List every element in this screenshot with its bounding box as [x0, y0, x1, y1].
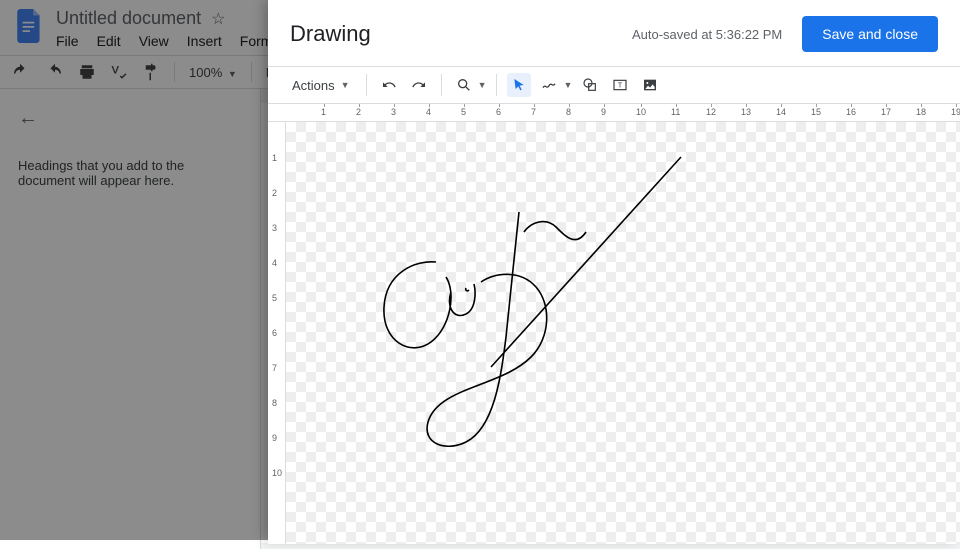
paint-format-icon[interactable]: [142, 63, 160, 81]
undo-icon[interactable]: [377, 73, 401, 97]
ruler-tick: 7: [531, 107, 536, 117]
textbox-tool-icon[interactable]: T: [608, 73, 632, 97]
redo-icon[interactable]: [46, 63, 64, 81]
ruler-tick: 14: [776, 107, 786, 117]
ruler-tick: 1: [321, 107, 326, 117]
ruler-tick: 15: [811, 107, 821, 117]
drawing-title: Drawing: [290, 21, 371, 47]
ruler-tick: 17: [881, 107, 891, 117]
ruler-tick: 4: [272, 258, 277, 268]
shape-tool-icon[interactable]: [578, 73, 602, 97]
menu-insert[interactable]: Insert: [187, 33, 222, 49]
ruler-tick: 18: [916, 107, 926, 117]
ruler-tick: 8: [566, 107, 571, 117]
drawing-header: Drawing Auto-saved at 5:36:22 PM Save an…: [268, 0, 960, 66]
star-icon[interactable]: ☆: [211, 9, 225, 29]
horizontal-ruler: 12345678910111213141516171819: [268, 104, 960, 122]
vertical-ruler: 1 2 3 4 5 6 7 8 9 10: [268, 122, 286, 544]
menu-view[interactable]: View: [139, 33, 169, 49]
ruler-tick: 13: [741, 107, 751, 117]
ruler-tick: 7: [272, 363, 277, 373]
caret-down-icon: ▼: [341, 80, 350, 90]
outline-panel: ← Headings that you add to the document …: [0, 89, 260, 549]
caret-down-icon: ▼: [563, 80, 572, 90]
outline-placeholder: Headings that you add to the document wi…: [18, 158, 242, 188]
zoom-dropdown[interactable]: 100% ▼: [189, 65, 237, 80]
docs-logo-icon: [12, 8, 48, 44]
ruler-tick: 12: [706, 107, 716, 117]
toolbar-separator: [441, 74, 442, 96]
back-arrow-icon[interactable]: ←: [18, 107, 242, 130]
ruler-tick: 3: [391, 107, 396, 117]
zoom-icon: [452, 73, 476, 97]
ruler-tick: 4: [426, 107, 431, 117]
redo-icon[interactable]: [407, 73, 431, 97]
toolbar-separator: [496, 74, 497, 96]
drawing-modal: Drawing Auto-saved at 5:36:22 PM Save an…: [268, 0, 960, 540]
canvas-area: 12345678910111213141516171819 1234567891…: [268, 104, 960, 544]
ruler-tick: 16: [846, 107, 856, 117]
svg-text:T: T: [618, 81, 623, 90]
drawing-canvas[interactable]: [286, 122, 960, 544]
actions-label: Actions: [292, 78, 335, 93]
menu-edit[interactable]: Edit: [97, 33, 121, 49]
zoom-dropdown[interactable]: ▼: [452, 73, 487, 97]
ruler-tick: 8: [272, 398, 277, 408]
ruler-tick: 10: [272, 468, 282, 478]
select-tool-icon[interactable]: [507, 73, 531, 97]
ruler-tick: 9: [601, 107, 606, 117]
line-tool-dropdown[interactable]: ▼: [537, 73, 572, 97]
menu-file[interactable]: File: [56, 33, 79, 49]
drawing-toolbar: Actions ▼ ▼ ▼ T: [268, 66, 960, 104]
actions-dropdown[interactable]: Actions ▼: [286, 74, 356, 97]
ruler-tick: 5: [272, 293, 277, 303]
ruler-tick: 19: [951, 107, 960, 117]
scribble-icon: [537, 73, 561, 97]
undo-icon[interactable]: [14, 63, 32, 81]
ruler-tick: 2: [272, 188, 277, 198]
ruler-tick: 5: [461, 107, 466, 117]
signature-scribble[interactable]: [326, 132, 686, 462]
ruler-tick: 11: [671, 107, 680, 117]
ruler-tick: 10: [636, 107, 646, 117]
print-icon[interactable]: [78, 63, 96, 81]
toolbar-separator: [366, 74, 367, 96]
ruler-tick: 3: [272, 223, 277, 233]
ruler-tick: 9: [272, 433, 277, 443]
autosave-status: Auto-saved at 5:36:22 PM: [632, 27, 782, 42]
ruler-tick: 6: [496, 107, 501, 117]
ruler-tick: 2: [356, 107, 361, 117]
caret-down-icon: ▼: [478, 80, 487, 90]
image-tool-icon[interactable]: [638, 73, 662, 97]
docs-menu-bar: File Edit View Insert Forma: [56, 29, 280, 55]
save-and-close-button[interactable]: Save and close: [802, 16, 938, 52]
toolbar-separator: [251, 62, 252, 82]
ruler-tick: 6: [272, 328, 277, 338]
ruler-tick: 1: [272, 153, 277, 163]
document-title[interactable]: Untitled document: [56, 8, 201, 29]
toolbar-separator: [174, 62, 175, 82]
spellcheck-icon[interactable]: [110, 63, 128, 81]
